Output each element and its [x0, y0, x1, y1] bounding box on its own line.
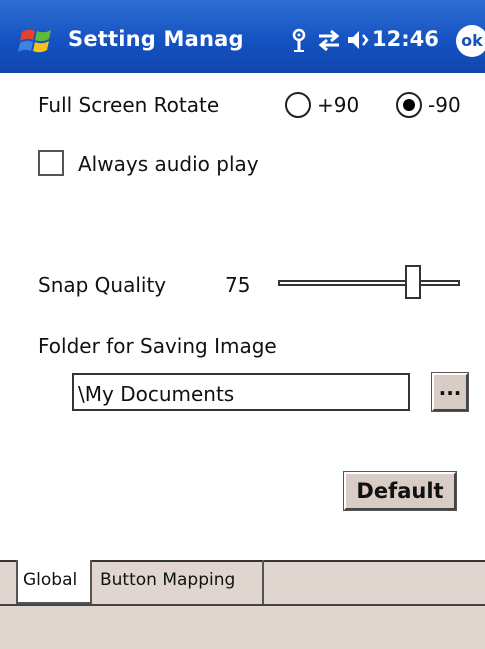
- folder-path-input[interactable]: \My Documents: [72, 373, 410, 411]
- rotate-label: Full Screen Rotate: [38, 93, 220, 117]
- snap-quality-slider-thumb[interactable]: [405, 265, 421, 299]
- menu-bar: [0, 604, 485, 649]
- tab-global[interactable]: Global: [16, 560, 92, 604]
- rotate-minus90-label[interactable]: -90: [428, 93, 461, 117]
- always-audio-label[interactable]: Always audio play: [78, 152, 259, 176]
- connectivity-arrows-icon[interactable]: [316, 28, 342, 52]
- folder-label: Folder for Saving Image: [38, 334, 277, 358]
- snap-quality-slider-track[interactable]: [278, 280, 460, 286]
- rotate-plus90-label[interactable]: +90: [317, 93, 359, 117]
- default-button[interactable]: Default: [343, 471, 457, 511]
- clock[interactable]: 12:46: [372, 27, 439, 51]
- snap-quality-label: Snap Quality: [38, 273, 167, 297]
- app-title: Setting Manag: [68, 27, 244, 51]
- tab-strip: Global Button Mapping: [0, 560, 485, 604]
- rotate-plus90-radio[interactable]: [285, 92, 311, 118]
- speaker-volume-icon[interactable]: [346, 28, 372, 52]
- ok-button[interactable]: ok: [456, 25, 485, 57]
- radio-selected-dot: [403, 99, 415, 111]
- rotate-minus90-radio[interactable]: [396, 92, 422, 118]
- browse-button[interactable]: ...: [431, 372, 469, 412]
- snap-quality-value: 75: [225, 273, 251, 297]
- signal-antenna-icon[interactable]: [290, 28, 308, 52]
- tab-button-mapping[interactable]: Button Mapping: [92, 560, 264, 604]
- always-audio-checkbox[interactable]: [38, 150, 64, 176]
- title-bar: Setting Manag 12:46 ok: [0, 0, 485, 73]
- windows-start-icon[interactable]: [18, 26, 58, 58]
